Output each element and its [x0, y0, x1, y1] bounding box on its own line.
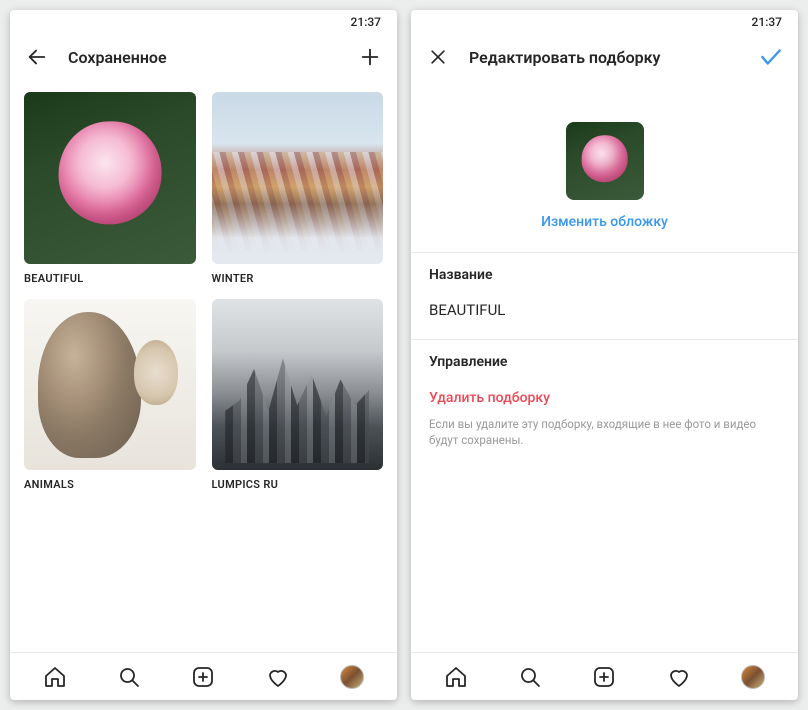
name-section: Название BEAUTIFUL: [411, 252, 798, 339]
home-icon: [43, 665, 67, 689]
collection-thumbnail: [212, 92, 384, 264]
manage-section: Управление Удалить подборку Если вы удал…: [411, 339, 798, 464]
nav-search[interactable]: [516, 663, 544, 691]
nav-new-post[interactable]: [590, 663, 618, 691]
confirm-button[interactable]: [758, 44, 784, 70]
collection-item[interactable]: BEAUTIFUL: [24, 92, 196, 285]
nav-search[interactable]: [115, 663, 143, 691]
bottom-nav: [10, 652, 397, 700]
add-collection-button[interactable]: [357, 44, 383, 70]
cover-section: Изменить обложку: [411, 80, 798, 252]
plus-icon: [359, 46, 381, 68]
page-title: Редактировать подборку: [469, 48, 740, 67]
collection-thumbnail: [24, 299, 196, 471]
home-icon: [444, 665, 468, 689]
search-icon: [518, 665, 542, 689]
header-edit: Редактировать подборку: [411, 34, 798, 80]
bottom-nav: [411, 652, 798, 700]
nav-activity[interactable]: [264, 663, 292, 691]
heart-icon: [266, 665, 290, 689]
name-label: Название: [429, 267, 780, 283]
heart-icon: [667, 665, 691, 689]
change-cover-link[interactable]: Изменить обложку: [541, 214, 668, 230]
nav-home[interactable]: [442, 663, 470, 691]
status-bar: 21:37: [10, 10, 397, 34]
screen-edit-collection: 21:37 Редактировать подборку Изменить об…: [411, 10, 798, 700]
nav-home[interactable]: [41, 663, 69, 691]
nav-profile[interactable]: [739, 663, 767, 691]
search-icon: [117, 665, 141, 689]
arrow-left-icon: [26, 46, 48, 68]
nav-activity[interactable]: [665, 663, 693, 691]
checkmark-icon: [758, 44, 784, 70]
back-button[interactable]: [24, 44, 50, 70]
name-input[interactable]: BEAUTIFUL: [429, 301, 780, 333]
status-time: 21:37: [351, 15, 381, 29]
close-button[interactable]: [425, 44, 451, 70]
header-saved: Сохраненное: [10, 34, 397, 80]
avatar-icon: [741, 665, 765, 689]
page-title: Сохраненное: [68, 48, 339, 67]
collection-label: LUMPICS RU: [212, 478, 384, 491]
collection-label: BEAUTIFUL: [24, 272, 196, 285]
screen-saved: 21:37 Сохраненное BEAUTIFUL WINTER ANIMA…: [10, 10, 397, 700]
close-icon: [428, 47, 448, 67]
collection-thumbnail: [24, 92, 196, 264]
collection-item[interactable]: WINTER: [212, 92, 384, 285]
plus-square-icon: [592, 665, 616, 689]
plus-square-icon: [191, 665, 215, 689]
collection-label: WINTER: [212, 272, 384, 285]
avatar-icon: [340, 665, 364, 689]
collection-thumbnail: [212, 299, 384, 471]
cover-image[interactable]: [566, 122, 644, 200]
collection-item[interactable]: LUMPICS RU: [212, 299, 384, 492]
collection-label: ANIMALS: [24, 478, 196, 491]
status-bar: 21:37: [411, 10, 798, 34]
nav-profile[interactable]: [338, 663, 366, 691]
collection-item[interactable]: ANIMALS: [24, 299, 196, 492]
manage-label: Управление: [429, 354, 780, 370]
collections-grid: BEAUTIFUL WINTER ANIMALS LUMPICS RU: [10, 80, 397, 503]
delete-hint: Если вы удалите эту подборку, входящие в…: [429, 416, 780, 448]
nav-new-post[interactable]: [189, 663, 217, 691]
status-time: 21:37: [752, 15, 782, 29]
delete-collection-button[interactable]: Удалить подборку: [429, 390, 780, 416]
